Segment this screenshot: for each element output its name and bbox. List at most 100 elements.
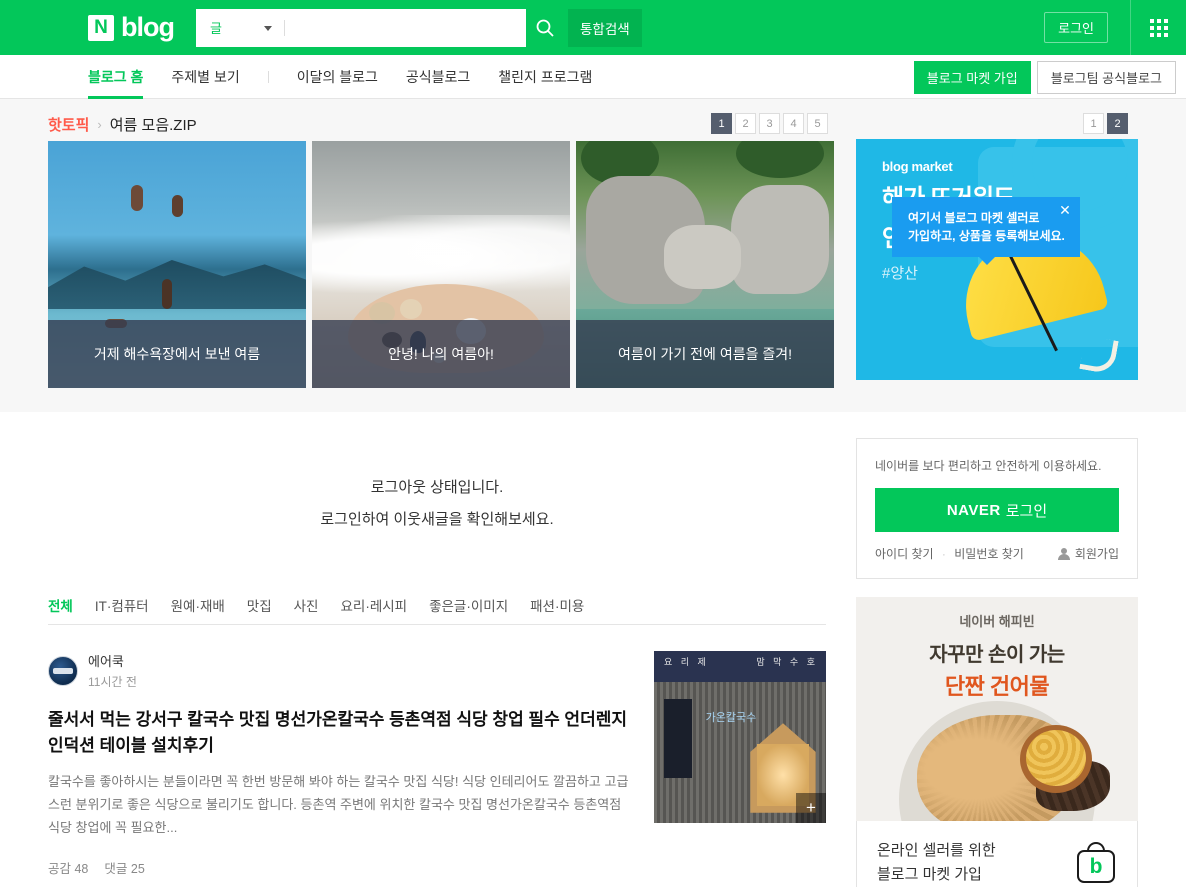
- hot-topic-card[interactable]: 안녕! 나의 여름아!: [312, 141, 570, 388]
- author-name: 에어쿡: [88, 654, 124, 669]
- lnb-item-blog-of-month[interactable]: 이달의 블로그: [297, 55, 378, 99]
- login-note: 네이버를 보다 편리하고 안전하게 이용하세요.: [875, 459, 1102, 473]
- hot-topic-card[interactable]: 거제 해수욕장에서 보낸 여름: [48, 141, 306, 388]
- happybean-headline-2: 단짠 건어물: [944, 674, 1050, 699]
- hot-page-3[interactable]: 3: [759, 113, 780, 134]
- plus-icon[interactable]: +: [796, 793, 826, 823]
- account-recovery-links: 아이디 찾기 · 비밀번호 찾기: [875, 545, 1024, 562]
- login-label: 로그인: [1005, 502, 1048, 520]
- post-excerpt: 칼국수를 좋아하시는 분들이라면 꼭 한번 방문해 봐야 하는 칼국수 맛집 식…: [48, 774, 629, 835]
- search-type-label: 글: [209, 21, 222, 36]
- market-join-tooltip: 여기서 블로그 마켓 셀러로 가입하고, 상품을 등록해보세요. ✕: [892, 197, 1080, 265]
- hot-page-2[interactable]: 2: [735, 113, 756, 134]
- login-button-top[interactable]: 로그인: [1044, 12, 1108, 43]
- post-like-count: 공감 48: [48, 862, 89, 877]
- logout-line-2: 로그인하여 이웃새글을 확인해보세요.: [320, 510, 554, 528]
- search-type-dropdown[interactable]: 글: [196, 9, 284, 47]
- naver-wordmark: NAVER: [946, 501, 1001, 519]
- hot-topic-pagination: 1 2 3 4 5: [711, 113, 828, 134]
- category-tab-cooking-recipe[interactable]: 요리·레시피: [340, 595, 407, 615]
- category-tab-it-computer[interactable]: IT·컴퓨터: [95, 595, 149, 615]
- find-id-link[interactable]: 아이디 찾기: [875, 547, 934, 561]
- blog-market-banner[interactable]: blog market 해가 뜨거워도 언제나 안심 #양산: [856, 139, 1138, 380]
- category-tab-fashion-beauty[interactable]: 패션·미용: [530, 595, 584, 615]
- sign-text-right: 맘 막 수 호: [756, 657, 818, 667]
- hot-card-caption: 거제 해수욕장에서 보낸 여름: [48, 320, 306, 388]
- lnb-item-challenge-program[interactable]: 챌린지 프로그램: [498, 55, 592, 99]
- lnb-item-label: 이달의 블로그: [296, 68, 378, 85]
- banner-page-1[interactable]: 1: [1083, 113, 1104, 134]
- lnb-item-label: 챌린지 프로그램: [498, 68, 593, 85]
- close-icon[interactable]: ✕: [1058, 203, 1072, 218]
- hot-topic-section: 핫토픽 › 여름 모음.ZIP 1 2 3 4 5 1 2 거제 해수욕장에서 …: [0, 99, 1186, 412]
- beans-graphic: [1026, 730, 1086, 786]
- post-thumbnail[interactable]: 요 리 제 맘 막 수 호 가온칼국수 +: [654, 651, 826, 823]
- blog-logo[interactable]: N blog: [88, 12, 175, 42]
- hot-topic-header: 핫토픽 › 여름 모음.ZIP: [48, 99, 1138, 141]
- storefront-sign: 요 리 제 맘 막 수 호: [654, 651, 826, 682]
- lnb-menu: 블로그 홈 주제별 보기 이달의 블로그 공식블로그 챌린지 프로그램: [88, 55, 620, 99]
- category-tabs: 전체 IT·컴퓨터 원예·재배 맛집 사진 요리·레시피 좋은글·이미지 패션·…: [48, 585, 826, 625]
- lnb-item-topics[interactable]: 주제별 보기: [171, 55, 239, 99]
- lnb-right-buttons: 블로그 마켓 가입 블로그팀 공식블로그: [913, 55, 1176, 99]
- gnb-right-area: 로그인: [1044, 0, 1186, 55]
- search-box: 글: [195, 8, 526, 47]
- chevron-down-icon: [263, 25, 272, 31]
- logout-line-1: 로그아웃 상태입니다.: [370, 479, 504, 496]
- banner-page-2[interactable]: 2: [1107, 113, 1128, 134]
- naver-login-button[interactable]: NAVER 로그인: [875, 488, 1119, 532]
- apps-grid-icon[interactable]: [1131, 0, 1186, 55]
- signup-label: 회원가입: [1074, 547, 1119, 561]
- banner-pagination: 1 2: [1083, 113, 1128, 134]
- post-content: 에어쿡 11시간 전 줄서서 먹는 강서구 칼국수 맛집 명선가온칼국수 등촌역…: [48, 651, 654, 877]
- market-join-line-1: 온라인 셀러를 위한: [877, 842, 996, 860]
- category-tab-photo[interactable]: 사진: [294, 595, 319, 615]
- happybean-headline-1: 자꾸만 손이 가는: [929, 644, 1065, 666]
- signup-link[interactable]: 회원가입: [1057, 545, 1119, 562]
- category-tab-restaurant[interactable]: 맛집: [247, 595, 272, 615]
- post-list-item: 에어쿡 11시간 전 줄서서 먹는 강서구 칼국수 맛집 명선가온칼국수 등촌역…: [48, 625, 826, 887]
- divider: [267, 70, 269, 83]
- lnb-item-blog-home[interactable]: 블로그 홈: [88, 55, 144, 99]
- storefront-neon-sign: 가온칼국수: [705, 712, 757, 725]
- login-links: 아이디 찾기 · 비밀번호 찾기 회원가입: [875, 545, 1119, 562]
- lnb-item-official-blog[interactable]: 공식블로그: [406, 55, 470, 99]
- search-button[interactable]: [525, 8, 564, 47]
- page-body: 로그아웃 상태입니다. 로그인하여 이웃새글을 확인해보세요. 전체 IT·컴퓨…: [48, 412, 1138, 887]
- category-tab-all[interactable]: 전체: [48, 595, 73, 615]
- logout-message: 로그아웃 상태입니다. 로그인하여 이웃새글을 확인해보세요.: [48, 438, 826, 575]
- lnb-item-label: 주제별 보기: [171, 68, 240, 85]
- main-column: 로그아웃 상태입니다. 로그인하여 이웃새글을 확인해보세요. 전체 IT·컴퓨…: [48, 438, 826, 887]
- find-password-link[interactable]: 비밀번호 찾기: [954, 547, 1024, 561]
- login-box: 네이버를 보다 편리하고 안전하게 이용하세요. NAVER 로그인 아이디 찾…: [856, 438, 1138, 579]
- market-join-button[interactable]: 블로그 마켓 가입: [913, 60, 1031, 94]
- category-tab-gardening[interactable]: 원예·재배: [171, 595, 225, 615]
- blog-market-join-card[interactable]: 온라인 셀러를 위한 블로그 마켓 가입 b: [856, 821, 1138, 887]
- banner-brand: blog market: [882, 159, 953, 174]
- hot-page-1[interactable]: 1: [711, 113, 732, 134]
- author-meta: 에어쿡 11시간 전: [88, 651, 137, 690]
- hot-topic-card[interactable]: 여름이 가기 전에 여름을 즐겨!: [576, 141, 834, 388]
- search-input[interactable]: [284, 8, 526, 47]
- blog-logo-text: blog: [121, 12, 175, 42]
- hot-topic-title: 여름 모음.ZIP: [109, 116, 197, 134]
- category-tab-good-writing-image[interactable]: 좋은글·이미지: [429, 595, 508, 615]
- hot-page-4[interactable]: 4: [783, 113, 804, 134]
- happybean-banner[interactable]: 네이버 해피빈 자꾸만 손이 가는 단짠 건어물: [856, 597, 1138, 821]
- post-timestamp: 11시간 전: [88, 675, 137, 689]
- lnb-item-label: 블로그 홈: [88, 68, 144, 85]
- naver-n-icon: N: [88, 14, 114, 41]
- tooltip-line-2: 가입하고, 상품을 등록해보세요.: [908, 229, 1065, 243]
- post-title[interactable]: 줄서서 먹는 강서구 칼국수 맛집 명선가온칼국수 등촌역점 식당 창업 필수 …: [48, 707, 634, 758]
- global-nav-bar: N blog 글 통합검색 로그인: [0, 0, 1186, 55]
- hot-page-5[interactable]: 5: [807, 113, 828, 134]
- post-author-row[interactable]: 에어쿡 11시간 전: [48, 651, 634, 690]
- official-blog-button[interactable]: 블로그팀 공식블로그: [1036, 60, 1176, 94]
- local-nav-bar: 블로그 홈 주제별 보기 이달의 블로그 공식블로그 챌린지 프로그램 블로그 …: [0, 55, 1186, 99]
- market-join-line-2: 블로그 마켓 가입: [877, 865, 982, 883]
- chevron-right-icon: ›: [97, 116, 102, 132]
- storefront-door: [664, 699, 692, 779]
- lnb-item-label: 공식블로그: [405, 68, 471, 85]
- market-join-text: 온라인 셀러를 위한 블로그 마켓 가입: [877, 839, 1075, 886]
- integrated-search-button[interactable]: 통합검색: [567, 8, 642, 47]
